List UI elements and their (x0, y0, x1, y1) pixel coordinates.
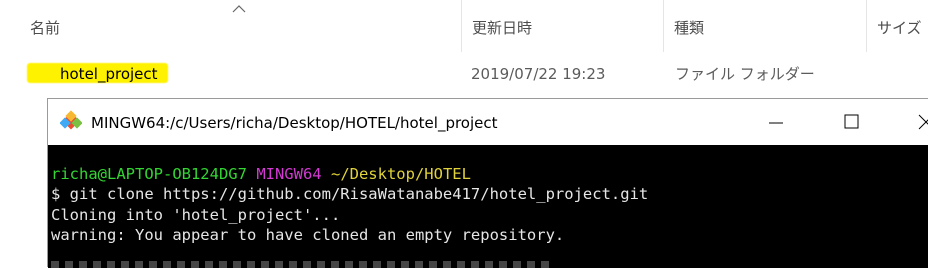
column-name[interactable]: 名前 (20, 0, 460, 52)
prompt-path: ~/Desktop/HOTEL (330, 165, 471, 183)
file-modified: 2019/07/22 19:23 (471, 65, 606, 83)
terminal-window: MINGW64:/c/Users/richa/Desktop/HOTEL/hot… (47, 98, 928, 268)
column-size[interactable]: サイズ (866, 0, 928, 52)
prompt-line: richa@LAPTOP-OB124DG7 MINGW64 ~/Desktop/… (51, 164, 471, 184)
command-line: $ git clone https://github.com/RisaWatan… (51, 185, 649, 203)
prompt-env: MINGW64 (256, 165, 322, 183)
file-row[interactable]: hotel_project 2019/07/22 19:23 ファイル フォルダ… (0, 57, 928, 91)
file-name[interactable]: hotel_project (60, 57, 158, 91)
maximize-icon[interactable] (828, 99, 874, 145)
prompt-user: richa@LAPTOP-OB124DG7 (51, 165, 247, 183)
close-icon[interactable] (903, 99, 928, 145)
terminal-console[interactable]: richa@LAPTOP-OB124DG7 MINGW64 ~/Desktop/… (48, 145, 928, 268)
terminal-titlebar[interactable]: MINGW64:/c/Users/richa/Desktop/HOTEL/hot… (48, 99, 928, 145)
terminal-title: MINGW64:/c/Users/richa/Desktop/HOTEL/hot… (91, 114, 498, 132)
git-icon (60, 110, 82, 130)
column-type[interactable]: 種類 (663, 0, 865, 52)
output-line: Cloning into 'hotel_project'... (51, 206, 341, 224)
file-type: ファイル フォルダー (675, 65, 815, 83)
minimize-icon[interactable] (753, 99, 799, 145)
column-modified[interactable]: 更新日時 (461, 0, 662, 52)
output-line: warning: You appear to have cloned an em… (51, 226, 565, 244)
explorer-column-header: 名前 更新日時 種類 サイズ (0, 0, 928, 52)
